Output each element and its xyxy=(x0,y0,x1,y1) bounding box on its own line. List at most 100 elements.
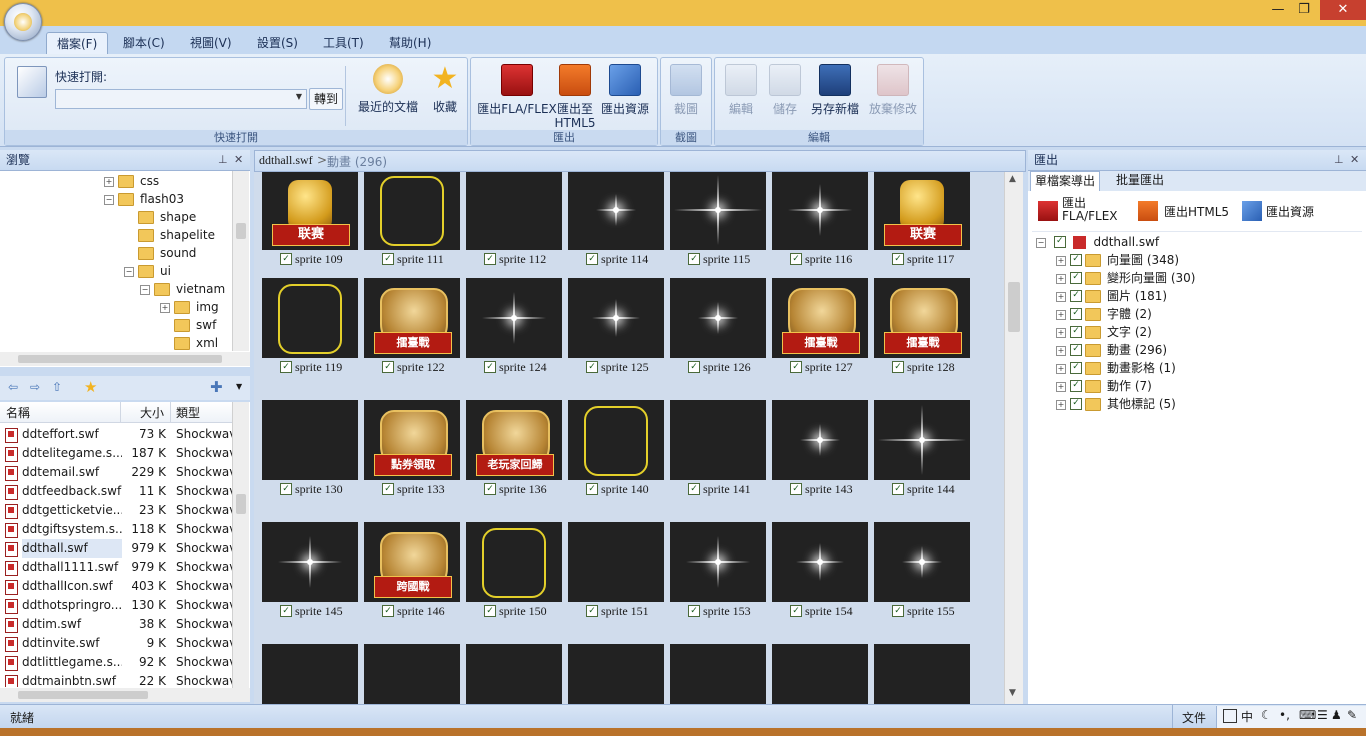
sprite-thumbnail[interactable] xyxy=(874,644,970,704)
sprite-cell[interactable]: ✓ sprite 124 xyxy=(466,278,562,388)
expander-icon[interactable]: + xyxy=(1056,345,1066,356)
sprite-cell[interactable]: ✓ sprite 153 xyxy=(670,522,766,632)
scrollbar-thumb[interactable] xyxy=(236,223,246,239)
sprite-thumbnail[interactable]: 擂臺戰 xyxy=(874,278,970,358)
sprite-cell[interactable]: ✓ sprite 126 xyxy=(670,278,766,388)
sprite-thumbnail[interactable] xyxy=(568,522,664,602)
file-row[interactable]: ddtinvite.swf 9 K Shockwav xyxy=(0,634,236,653)
sprite-cell[interactable]: ✓ sprite 144 xyxy=(874,400,970,510)
tab-view[interactable]: 視圖(V) xyxy=(180,32,242,54)
user-icon[interactable]: ♟ xyxy=(1331,708,1342,722)
sprite-checkbox[interactable]: ✓ xyxy=(892,605,904,618)
export-tree-item[interactable]: + ✓ 變形向量圖 (30) xyxy=(1056,269,1195,287)
sprite-cell[interactable]: 跨國戰 ✓ sprite 146 xyxy=(364,522,460,632)
sprite-thumbnail[interactable] xyxy=(670,172,766,250)
column-type[interactable]: 類型 xyxy=(176,404,200,421)
tree-item-ui[interactable]: − ui xyxy=(124,262,171,280)
ime-mode-icon[interactable] xyxy=(1223,709,1237,723)
file-row[interactable]: ddtgiftsystem.s... 118 K Shockwav xyxy=(0,520,236,539)
sprite-thumbnail[interactable]: 跨國戰 xyxy=(364,522,460,602)
sprite-checkbox[interactable]: ✓ xyxy=(892,361,904,374)
file-row[interactable]: ddteffort.swf 73 K Shockwav xyxy=(0,425,236,444)
tree-item-flash03[interactable]: − flash03 xyxy=(104,190,184,208)
sprite-cell[interactable]: ✓ sprite 154 xyxy=(772,522,868,632)
minimize-button[interactable]: — xyxy=(1264,0,1292,20)
checkbox-checked[interactable]: ✓ xyxy=(1070,361,1082,374)
sprite-thumbnail[interactable] xyxy=(262,400,358,480)
checkbox-checked[interactable]: ✓ xyxy=(1070,253,1082,266)
tree-vertical-scrollbar[interactable] xyxy=(232,171,249,351)
scroll-down-icon[interactable]: ▼ xyxy=(1009,688,1016,698)
checkbox-checked[interactable]: ✓ xyxy=(1070,325,1082,338)
sprite-cell[interactable]: 擂臺戰 ✓ sprite 128 xyxy=(874,278,970,388)
sprite-thumbnail[interactable] xyxy=(466,172,562,250)
up-folder-icon[interactable]: ⇧ xyxy=(52,380,62,394)
forward-icon[interactable]: ⇨ xyxy=(30,380,40,394)
add-icon[interactable]: ✚ xyxy=(210,378,223,396)
file-row[interactable]: ddthotspringro... 130 K Shockwav xyxy=(0,596,236,615)
sprite-thumbnail[interactable] xyxy=(262,522,358,602)
tree-item-vietnam[interactable]: − vietnam xyxy=(140,280,225,298)
file-row[interactable]: ddtfeedback.swf 11 K Shockwav xyxy=(0,482,236,501)
keyboard-icon[interactable]: ⌨ xyxy=(1299,708,1316,722)
sprite-checkbox[interactable]: ✓ xyxy=(790,605,802,618)
scrollbar-thumb[interactable] xyxy=(18,691,148,699)
expander-icon[interactable]: + xyxy=(1056,273,1066,284)
scroll-up-icon[interactable]: ▲ xyxy=(1009,174,1016,184)
sprite-cell[interactable]: ✓ sprite 155 xyxy=(874,522,970,632)
tab-single-export[interactable]: 單檔案導出 xyxy=(1030,171,1101,191)
export-fla-button[interactable]: 匯出FLA/FLEX xyxy=(477,64,557,116)
tree-item-css[interactable]: + css xyxy=(104,172,159,190)
menu-icon[interactable]: ☰ xyxy=(1317,708,1328,722)
export-tree-item[interactable]: + ✓ 字體 (2) xyxy=(1056,305,1152,323)
file-row[interactable]: ddtemail.swf 229 K Shockwav xyxy=(0,463,236,482)
tab-help[interactable]: 幫助(H) xyxy=(379,32,441,54)
screenshot-button[interactable]: 截圖 xyxy=(665,64,707,116)
sprite-thumbnail[interactable]: 擂臺戰 xyxy=(364,278,460,358)
pin-icon[interactable]: ⊥ xyxy=(1334,150,1344,170)
tab-tools[interactable]: 工具(T) xyxy=(313,32,374,54)
sprite-cell[interactable]: ✓ sprite 114 xyxy=(568,172,664,280)
moon-icon[interactable]: ☾ xyxy=(1261,708,1272,722)
sprite-thumbnail[interactable] xyxy=(466,522,562,602)
sprite-cell[interactable]: ✓ sprite 150 xyxy=(466,522,562,632)
tree-item-shapelite[interactable]: shapelite xyxy=(124,226,215,244)
save-button[interactable]: 儲存 xyxy=(765,64,805,116)
checkbox-checked[interactable]: ✓ xyxy=(1070,343,1082,356)
sprite-cell[interactable]: 联赛 ✓ sprite 109 xyxy=(262,172,358,280)
scrollbar-thumb[interactable] xyxy=(1008,282,1020,332)
sprite-thumbnail[interactable]: 联赛 xyxy=(874,172,970,250)
sprite-thumbnail[interactable]: 老玩家回歸 xyxy=(466,400,562,480)
punctuation-icon[interactable]: •, xyxy=(1279,708,1290,722)
go-button[interactable]: 轉到 xyxy=(309,88,343,110)
sprite-cell[interactable]: ✓ sprite 115 xyxy=(670,172,766,280)
sprite-thumbnail[interactable] xyxy=(262,278,358,358)
sprite-thumbnail[interactable] xyxy=(670,278,766,358)
tab-file[interactable]: 檔案(F) xyxy=(46,32,109,55)
scrollbar-thumb[interactable] xyxy=(236,494,246,514)
expander-icon[interactable]: + xyxy=(1056,399,1066,410)
column-divider[interactable] xyxy=(170,402,171,422)
sprite-cell[interactable]: ✓ sprite 140 xyxy=(568,400,664,510)
expander-icon[interactable]: + xyxy=(1056,291,1066,302)
checkbox-checked[interactable]: ✓ xyxy=(1070,271,1082,284)
sprite-cell[interactable]: ✓ sprite 141 xyxy=(670,400,766,510)
pin-icon[interactable]: ⊥ xyxy=(218,150,228,170)
file-row[interactable]: ddthallIcon.swf 403 K Shockwav xyxy=(0,577,236,596)
file-row[interactable]: ddtlittlegame.s... 92 K Shockwav xyxy=(0,653,236,672)
sprite-thumbnail[interactable] xyxy=(568,644,664,704)
app-menu-orb[interactable] xyxy=(4,3,42,41)
sprite-checkbox[interactable]: ✓ xyxy=(382,361,394,374)
file-row[interactable]: ddtgetticketvie... 23 K Shockwav xyxy=(0,501,236,520)
sprite-cell[interactable]: ✓ sprite 111 xyxy=(364,172,460,280)
tree-item-swf[interactable]: swf xyxy=(160,316,216,334)
sprite-cell[interactable]: 點券領取 ✓ sprite 133 xyxy=(364,400,460,510)
export-resources-panel-button[interactable]: 匯出資源 xyxy=(1242,201,1342,221)
export-fla-flex-button[interactable]: 匯出 FLA/FLEX xyxy=(1038,197,1132,225)
sprite-cell[interactable]: ✓ sprite 145 xyxy=(262,522,358,632)
file-row[interactable]: ddtim.swf 38 K Shockwav xyxy=(0,615,236,634)
scrollbar-thumb[interactable] xyxy=(18,355,222,363)
export-html5-button[interactable]: 匯出至 HTML5 xyxy=(553,64,597,130)
expander-icon[interactable]: + xyxy=(1056,309,1066,320)
favorite-star-icon[interactable]: ★ xyxy=(84,378,97,396)
